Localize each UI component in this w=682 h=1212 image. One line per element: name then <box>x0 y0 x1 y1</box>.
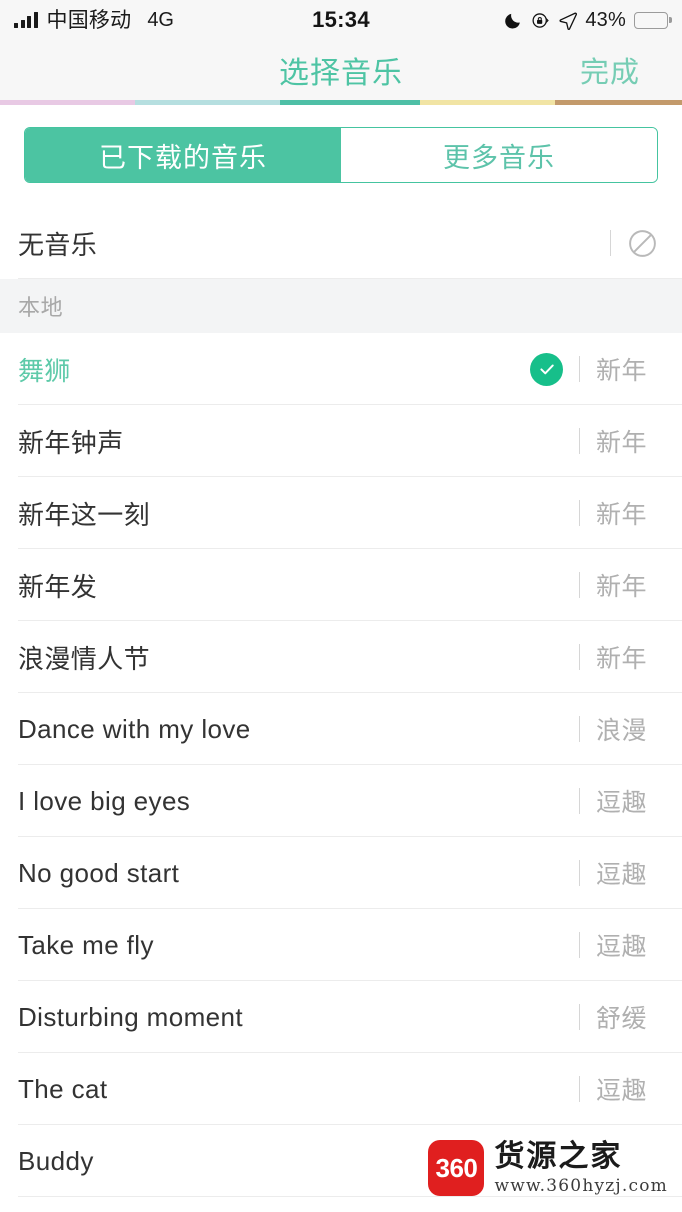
signal-bars-icon <box>14 12 38 28</box>
row-separator-bar <box>579 500 580 526</box>
row-separator-bar <box>579 932 580 958</box>
track-row-right: 新年 <box>579 423 658 459</box>
track-title: 新年钟声 <box>18 427 124 458</box>
battery-percent-label: 43% <box>585 9 626 31</box>
track-tag: 逗趣 <box>596 789 648 817</box>
track-title: Buddy <box>18 1145 94 1176</box>
track-tag: 逗趣 <box>596 1077 648 1105</box>
row-separator-bar <box>610 230 611 256</box>
row-separator-bar <box>579 1004 580 1030</box>
carrier-label: 中国移动 <box>46 8 132 32</box>
track-row-right: 浪漫 <box>579 711 658 747</box>
table-row[interactable]: Disturbing moment 舒缓 <box>0 981 682 1053</box>
divider-segment-3 <box>420 100 555 105</box>
color-divider <box>0 100 682 105</box>
track-tag: 逗趣 <box>596 861 648 889</box>
track-title: Disturbing moment <box>18 1001 243 1032</box>
list-item-no-music[interactable]: 无音乐 <box>0 207 682 279</box>
no-music-row-right <box>610 228 658 259</box>
no-music-icon[interactable] <box>627 228 658 259</box>
battery-icon <box>634 11 668 29</box>
table-row[interactable]: 浪漫情人节 新年 <box>0 621 682 693</box>
tab-bar-container: 已下载的音乐 更多音乐 <box>0 105 682 207</box>
table-row[interactable]: 新年这一刻 新年 <box>0 477 682 549</box>
track-row-right: 新年 <box>579 495 658 531</box>
rotation-lock-icon <box>531 11 550 30</box>
row-separator-bar <box>579 1076 580 1102</box>
table-row[interactable]: 新年发 新年 <box>0 549 682 621</box>
table-row[interactable]: Dance with my love 浪漫 <box>0 693 682 765</box>
track-tag: 新年 <box>596 645 648 673</box>
track-title: Dance with my love <box>18 713 251 744</box>
divider-segment-2 <box>280 100 420 105</box>
network-type-label: 4G <box>147 9 174 31</box>
track-title: The cat <box>18 1073 108 1104</box>
status-bar-right: 43% <box>504 10 668 30</box>
track-title: Take me fly <box>18 929 154 960</box>
row-separator-bar <box>579 788 580 814</box>
table-row[interactable]: Take me fly 逗趣 <box>0 909 682 981</box>
nav-header: 选择音乐 完成 <box>0 40 682 100</box>
table-row[interactable]: The cat 逗趣 <box>0 1053 682 1125</box>
row-separator-bar <box>579 428 580 454</box>
track-tag: 新年 <box>596 501 648 529</box>
row-separator-bar <box>579 716 580 742</box>
track-title: I love big eyes <box>18 785 191 816</box>
table-row[interactable]: I love big eyes 逗趣 <box>0 765 682 837</box>
location-arrow-icon <box>558 11 578 30</box>
track-tag: 新年 <box>596 429 648 457</box>
track-tag: 舒缓 <box>596 1005 648 1033</box>
music-list: 无音乐 本地 舞狮 新年 新年钟声 新年 新年这一刻 新年 新年发 新年 浪漫情人节 新年 Danc… <box>0 207 682 1197</box>
row-separator-bar <box>579 572 580 598</box>
divider-segment-1 <box>135 100 280 105</box>
track-row-right: 新年 <box>530 351 658 387</box>
track-row-right: 逗趣 <box>579 927 658 963</box>
track-row-right: 舒缓 <box>579 999 658 1035</box>
row-separator-bar <box>579 356 580 382</box>
track-title: No good start <box>18 857 180 888</box>
track-tag: 逗趣 <box>596 933 648 961</box>
table-row[interactable]: 新年钟声 新年 <box>0 405 682 477</box>
track-row-right: 新年 <box>579 639 658 675</box>
row-separator-bar <box>579 860 580 886</box>
track-tag: 新年 <box>596 357 648 385</box>
track-tag: 浪漫 <box>596 717 648 745</box>
check-icon[interactable] <box>530 352 563 386</box>
divider-segment-4 <box>555 100 682 105</box>
track-rows-container: 舞狮 新年 新年钟声 新年 新年这一刻 新年 新年发 新年 浪漫情人节 新年 Dance with … <box>0 333 682 1197</box>
track-tag: 新年 <box>596 573 648 601</box>
track-title: 浪漫情人节 <box>18 643 151 674</box>
tab-downloaded-music[interactable]: 已下载的音乐 <box>25 128 341 182</box>
track-title: 新年发 <box>18 571 98 602</box>
phone-screen: 中国移动 4G 15:34 43% 选择音乐 完成 已下载的音乐 更多音乐 无音… <box>0 0 682 1212</box>
section-header-local: 本地 <box>0 279 682 333</box>
table-row[interactable]: 舞狮 新年 <box>0 333 682 405</box>
divider-segment-0 <box>0 100 135 105</box>
track-row-right: 逗趣 <box>579 855 658 891</box>
tab-more-music[interactable]: 更多音乐 <box>341 128 657 182</box>
page-title: 选择音乐 <box>279 57 403 90</box>
done-button[interactable]: 完成 <box>580 49 640 91</box>
track-row-right: 新年 <box>579 567 658 603</box>
status-bar: 中国移动 4G 15:34 43% <box>0 0 682 40</box>
track-title: 新年这一刻 <box>18 499 151 530</box>
table-row[interactable]: No good start 逗趣 <box>0 837 682 909</box>
table-row[interactable]: Buddy <box>0 1125 682 1197</box>
row-separator-bar <box>579 644 580 670</box>
track-row-right: 逗趣 <box>579 1071 658 1107</box>
track-title: 舞狮 <box>18 355 71 386</box>
no-music-label: 无音乐 <box>18 229 98 260</box>
status-bar-left: 中国移动 4G <box>14 10 174 31</box>
track-row-right: 逗趣 <box>579 783 658 819</box>
segmented-control: 已下载的音乐 更多音乐 <box>24 127 658 183</box>
moon-icon <box>504 11 523 30</box>
